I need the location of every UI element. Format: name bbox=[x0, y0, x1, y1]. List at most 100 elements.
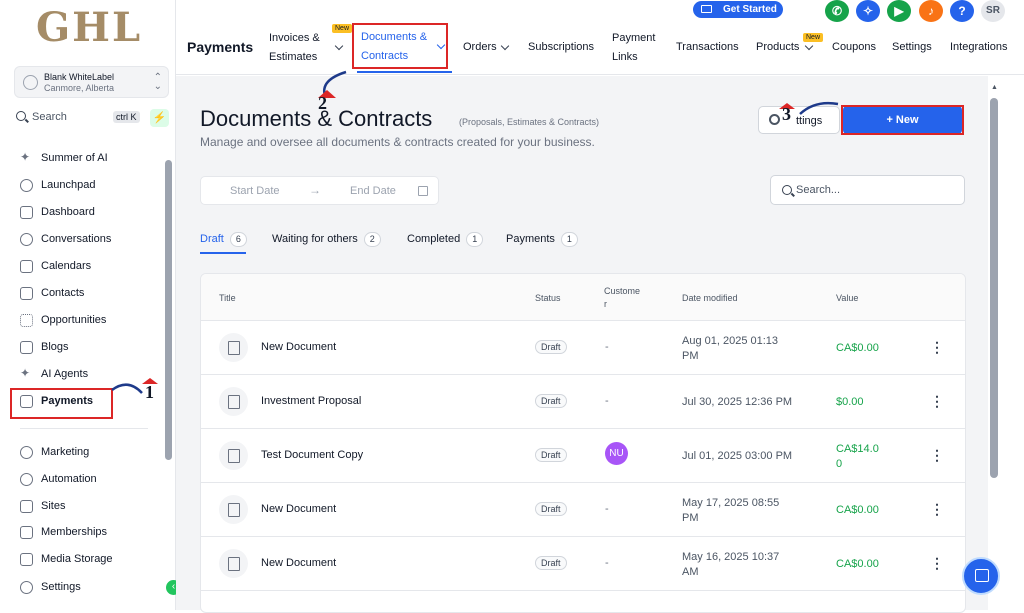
help-icon[interactable]: ? bbox=[950, 0, 974, 22]
sidebar-item-blogs[interactable]: Blogs bbox=[20, 337, 160, 359]
bolt-icon[interactable]: ⚡ bbox=[150, 109, 169, 127]
user-avatar[interactable]: SR bbox=[981, 0, 1005, 22]
table-row[interactable]: Test Document Copy Draft NU Jul 01, 2025… bbox=[201, 429, 965, 483]
sidebar: GHL Blank WhiteLabel Canmore, Alberta ⌃ ⌄… bbox=[0, 0, 181, 610]
sidebar-scrollbar[interactable] bbox=[165, 160, 172, 460]
end-date-input[interactable]: End Date bbox=[350, 185, 396, 197]
magic-icon[interactable]: ✧ bbox=[856, 0, 880, 22]
sidebar-item-sites[interactable]: Sites bbox=[20, 496, 160, 518]
account-name: Blank WhiteLabel bbox=[44, 72, 115, 82]
new-document-button[interactable]: + New bbox=[843, 106, 962, 134]
sparkle-icon: ✦ bbox=[20, 366, 31, 380]
settings-button-label: ttings bbox=[796, 115, 823, 127]
sidebar-item-dashboard[interactable]: Dashboard bbox=[20, 202, 160, 224]
date-text: May 17, 2025 08:55 bbox=[682, 497, 780, 509]
tab-draft[interactable]: Draft 6 bbox=[200, 232, 247, 254]
kebab-menu-icon[interactable]: ⋮ bbox=[930, 556, 944, 570]
tab-settings[interactable]: Settings bbox=[892, 38, 932, 57]
card-icon bbox=[701, 5, 712, 13]
calendar-icon bbox=[418, 186, 428, 196]
sidebar-item-opportunities[interactable]: Opportunities bbox=[20, 310, 160, 332]
document-icon bbox=[219, 333, 248, 362]
kebab-menu-icon[interactable]: ⋮ bbox=[930, 394, 944, 408]
sidebar-item-marketing[interactable]: Marketing bbox=[20, 442, 160, 464]
sidebar-item-automation[interactable]: Automation bbox=[20, 469, 160, 491]
search-icon bbox=[16, 111, 26, 121]
tab-documents-contracts[interactable]: Documents & Contracts bbox=[361, 28, 427, 66]
sidebar-item-label: Conversations bbox=[41, 233, 112, 245]
table-row[interactable]: New Document Draft - May 16, 2025 10:37 A… bbox=[201, 537, 965, 591]
date-modified: May 16, 2025 10:37 AM bbox=[682, 550, 812, 580]
document-title[interactable]: Test Document Copy bbox=[261, 449, 363, 461]
opportunities-icon bbox=[20, 314, 33, 327]
sidebar-item-payments[interactable]: Payments bbox=[20, 391, 160, 413]
gear-icon bbox=[769, 114, 780, 125]
date-modified: Aug 01, 2025 01:13 PM bbox=[682, 334, 812, 364]
tab-integrations[interactable]: Integrations bbox=[950, 38, 1007, 57]
document-title[interactable]: New Document bbox=[261, 341, 336, 353]
tab-completed[interactable]: Completed 1 bbox=[407, 232, 484, 254]
value-text: CA$14.0 bbox=[836, 443, 879, 455]
tab-waiting-for-others[interactable]: Waiting for others 2 bbox=[272, 232, 381, 254]
sidebar-item-summer-of-ai[interactable]: ✦ Summer of AI bbox=[20, 148, 160, 170]
automation-icon bbox=[20, 473, 33, 486]
tab-subscriptions[interactable]: Subscriptions bbox=[528, 38, 594, 57]
tab-payment-links[interactable]: Payment Links bbox=[612, 29, 655, 67]
sidebar-item-label: Settings bbox=[41, 581, 81, 593]
sidebar-item-memberships[interactable]: Memberships bbox=[20, 522, 160, 544]
document-icon bbox=[219, 495, 248, 524]
sidebar-item-contacts[interactable]: Contacts bbox=[20, 283, 160, 305]
sidebar-item-label: Launchpad bbox=[41, 179, 96, 191]
customer-avatar[interactable]: NU bbox=[605, 442, 628, 465]
tab-invoices-estimates[interactable]: Invoices & Estimates bbox=[269, 29, 320, 67]
main-scrollbar[interactable] bbox=[990, 98, 998, 478]
chat-widget-button[interactable] bbox=[962, 557, 1000, 595]
sidebar-item-ai-agents[interactable]: ✦ AI Agents bbox=[20, 364, 160, 386]
chevron-down-icon bbox=[436, 40, 446, 50]
search-input[interactable]: Search... bbox=[770, 175, 965, 205]
table-row[interactable]: New Document Draft - Aug 01, 2025 01:13 P… bbox=[201, 321, 965, 375]
tab-coupons[interactable]: Coupons bbox=[832, 38, 876, 57]
sidebar-item-label: Blogs bbox=[41, 341, 69, 353]
count-badge: 2 bbox=[363, 232, 381, 247]
calendar-icon bbox=[20, 260, 33, 273]
value: $0.00 bbox=[836, 396, 864, 408]
sidebar-item-settings[interactable]: Settings bbox=[20, 577, 160, 599]
phone-icon[interactable]: ✆ bbox=[825, 0, 849, 22]
document-title[interactable]: New Document bbox=[261, 557, 336, 569]
top-navigation: Get Started ✆ ✧ ▶ ♪ ? SR Payments Invoic… bbox=[176, 0, 1024, 75]
sidebar-item-calendars[interactable]: Calendars bbox=[20, 256, 160, 278]
tab-label: Payments bbox=[506, 233, 555, 245]
get-started-label: Get Started bbox=[723, 4, 777, 15]
start-date-input[interactable]: Start Date bbox=[230, 185, 280, 197]
kebab-menu-icon[interactable]: ⋮ bbox=[930, 340, 944, 354]
get-started-button[interactable]: Get Started bbox=[693, 1, 783, 18]
tab-payments[interactable]: Payments 1 bbox=[506, 232, 578, 254]
megaphone-icon[interactable]: ▶ bbox=[887, 0, 911, 22]
sidebar-search[interactable]: Search ctrl K bbox=[14, 108, 143, 128]
account-switcher[interactable]: Blank WhiteLabel Canmore, Alberta ⌃ ⌄ bbox=[14, 66, 169, 98]
scroll-up-icon[interactable]: ▲ bbox=[991, 84, 998, 91]
sidebar-item-media-storage[interactable]: Media Storage bbox=[20, 549, 160, 571]
header-customer: Custome bbox=[604, 286, 641, 296]
sidebar-item-conversations[interactable]: Conversations bbox=[20, 229, 160, 251]
settings-button[interactable]: ttings bbox=[758, 106, 840, 134]
status-badge: Draft bbox=[535, 394, 567, 408]
sidebar-item-launchpad[interactable]: Launchpad bbox=[20, 175, 160, 197]
sidebar-item-label: Sites bbox=[41, 500, 66, 512]
document-title[interactable]: New Document bbox=[261, 503, 336, 515]
kebab-menu-icon[interactable]: ⋮ bbox=[930, 502, 944, 516]
kebab-menu-icon[interactable]: ⋮ bbox=[930, 448, 944, 462]
tab-orders[interactable]: Orders bbox=[463, 38, 497, 57]
bell-icon[interactable]: ♪ bbox=[919, 0, 943, 22]
contacts-icon bbox=[20, 287, 33, 300]
chevron-updown-icon: ⌃ ⌄ bbox=[153, 72, 162, 92]
search-placeholder: Search... bbox=[796, 184, 841, 196]
date-range-picker[interactable]: Start Date → End Date bbox=[200, 176, 439, 205]
table-row[interactable]: Investment Proposal Draft - Jul 30, 2025… bbox=[201, 375, 965, 429]
table-row[interactable]: New Document Draft - May 17, 2025 08:55 P… bbox=[201, 483, 965, 537]
document-title[interactable]: Investment Proposal bbox=[261, 395, 361, 407]
tab-label: Contracts bbox=[361, 50, 409, 62]
tab-products[interactable]: Products bbox=[756, 38, 799, 57]
tab-transactions[interactable]: Transactions bbox=[676, 38, 739, 57]
